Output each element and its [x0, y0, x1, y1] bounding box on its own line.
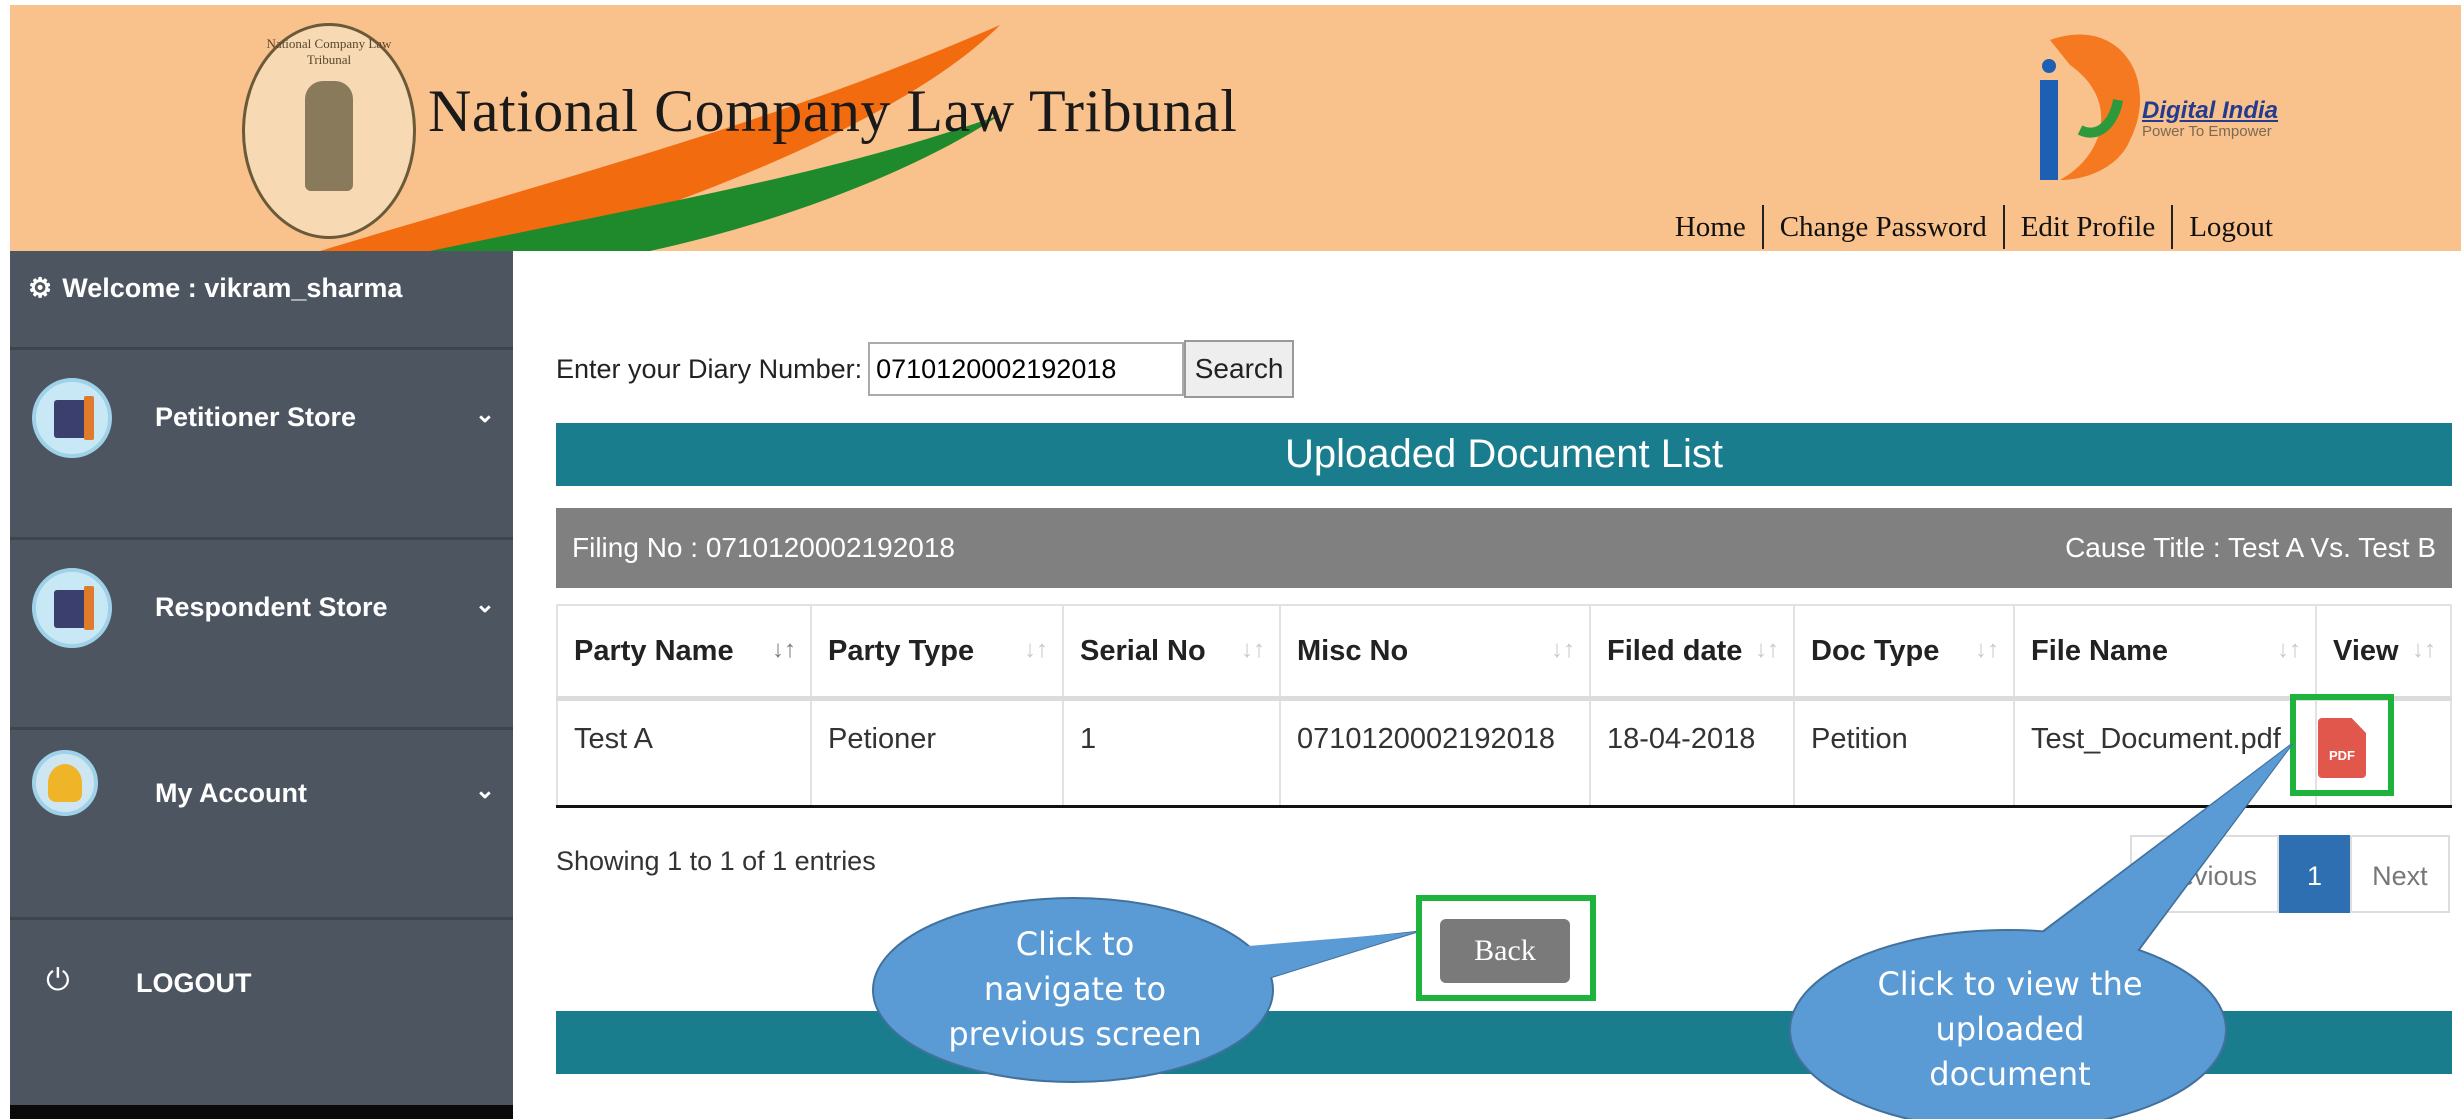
callout-line: Click to view the	[1877, 965, 2143, 1003]
back-callout-text: Click to navigate to previous screen	[910, 922, 1240, 1057]
callout-line: Click to	[1015, 925, 1135, 963]
callout-line: navigate to	[983, 970, 1167, 1008]
callout-line: previous screen	[948, 1015, 1202, 1053]
callout-line: document	[1929, 1055, 2091, 1093]
callout-line: uploaded	[1935, 1010, 2085, 1048]
view-callout-text: Click to view the uploaded document	[1830, 962, 2190, 1097]
